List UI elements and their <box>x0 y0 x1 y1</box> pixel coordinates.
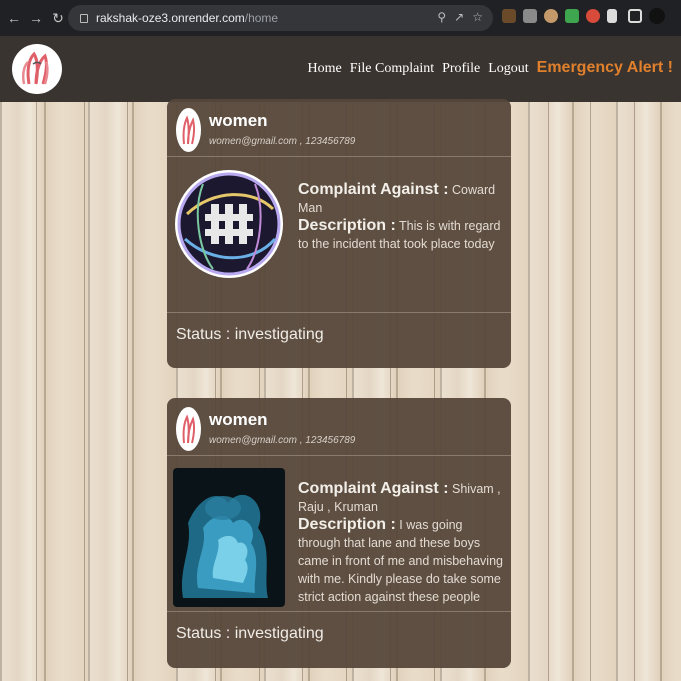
status-row: Status : investigating <box>167 312 511 368</box>
status-text: Status : investigating <box>176 625 324 642</box>
complaint-card: women women@gmail.com , 123456789 Compla… <box>167 99 511 368</box>
site-logo[interactable] <box>12 44 62 94</box>
extension-icon[interactable] <box>586 9 600 23</box>
browser-toolbar: ← → ↻ rakshak-oze3.onrender.com/home ⚲ ↗… <box>0 0 681 36</box>
description-label: Description : <box>298 217 396 234</box>
complaint-card: women women@gmail.com , 123456789 Compla… <box>167 398 511 668</box>
address-bar[interactable]: rakshak-oze3.onrender.com/home ⚲ ↗ ☆ <box>68 5 493 31</box>
complaint-against-label: Complaint Against : <box>298 181 449 198</box>
complaint-details: Complaint Against : Shivam , Raju , Krum… <box>298 480 508 608</box>
status-text: Status : investigating <box>176 326 324 343</box>
complaint-user-contact: women@gmail.com , 123456789 <box>209 136 356 147</box>
reload-icon[interactable]: ↻ <box>50 10 66 26</box>
share-icon[interactable]: ↗ <box>454 10 464 24</box>
profile-avatar[interactable] <box>649 8 665 24</box>
forward-icon[interactable]: → <box>28 10 44 26</box>
back-icon[interactable]: ← <box>6 10 22 26</box>
user-avatar <box>176 108 201 152</box>
complaint-user-name: women <box>209 111 268 130</box>
status-row: Status : investigating <box>167 611 511 668</box>
extension-icon[interactable] <box>544 9 558 23</box>
emergency-alert-button[interactable]: Emergency Alert ! <box>537 59 673 77</box>
card-header: women women@gmail.com , 123456789 <box>167 99 511 157</box>
complaint-details: Complaint Against : Coward Man Descripti… <box>298 181 508 251</box>
side-panel-icon[interactable] <box>628 9 642 23</box>
lock-icon <box>80 13 88 23</box>
description-label: Description : <box>298 516 396 533</box>
key-icon[interactable]: ⚲ <box>437 10 446 24</box>
main-nav: Home File Complaint Profile Logout Emerg… <box>299 59 673 77</box>
complaint-against-label: Complaint Against : <box>298 480 449 497</box>
logo-icon <box>21 51 49 85</box>
nav-file-complaint-link[interactable]: File Complaint <box>350 61 434 77</box>
nav-home-link[interactable]: Home <box>307 61 341 77</box>
user-avatar <box>176 407 201 451</box>
nav-profile-link[interactable]: Profile <box>442 61 480 77</box>
extension-icon[interactable] <box>565 9 579 23</box>
nav-logout-link[interactable]: Logout <box>488 61 528 77</box>
complaint-image <box>173 468 285 607</box>
complaint-user-contact: women@gmail.com , 123456789 <box>209 435 356 446</box>
card-header: women women@gmail.com , 123456789 <box>167 398 511 456</box>
puzzle-icon[interactable] <box>607 9 617 23</box>
extension-icon[interactable] <box>523 9 537 23</box>
site-header: Home File Complaint Profile Logout Emerg… <box>0 36 681 102</box>
extension-icon[interactable] <box>502 9 516 23</box>
complaint-image <box>173 169 285 279</box>
complaint-user-name: women <box>209 410 268 429</box>
bookmark-star-icon[interactable]: ☆ <box>472 10 483 24</box>
url-text: rakshak-oze3.onrender.com/home <box>96 11 279 25</box>
